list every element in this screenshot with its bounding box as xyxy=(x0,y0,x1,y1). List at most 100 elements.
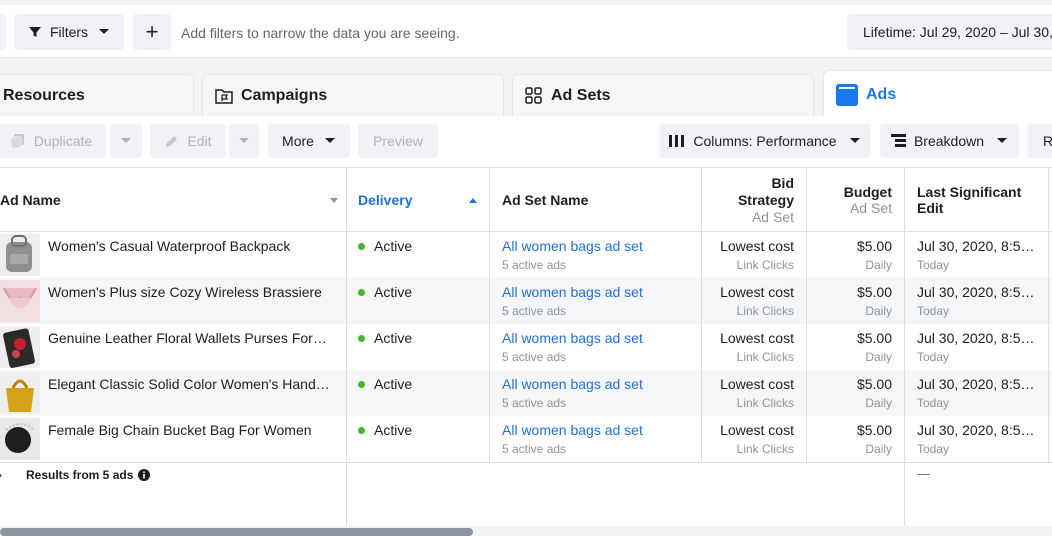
last-edit-sub: Today xyxy=(917,258,950,272)
table-row[interactable]: Women's Casual Waterproof Backpack Active… xyxy=(0,232,1052,278)
date-range-picker[interactable]: Lifetime: Jul 29, 2020 – Jul 30, xyxy=(847,14,1052,50)
header-bid-strategy[interactable]: Bid Strategy Ad Set xyxy=(702,168,794,232)
filter-search-input[interactable]: Add filters to narrow the data you are s… xyxy=(181,25,460,41)
ads-manager: Filters + Add filters to narrow the data… xyxy=(0,0,1052,536)
duplicate-label: Duplicate xyxy=(33,133,93,149)
date-range-label: Lifetime: Jul 29, 2020 – Jul 30, xyxy=(863,24,1052,40)
copy-icon xyxy=(10,134,24,149)
tab-campaigns[interactable]: Campaigns xyxy=(202,74,504,116)
header-delivery-label: Delivery xyxy=(358,192,413,208)
ad-set-link[interactable]: All women bags ad set xyxy=(502,422,697,438)
ad-set-count: 5 active ads xyxy=(502,442,567,456)
ads-table: Ad Name Delivery Ad Set Name Bid Strateg… xyxy=(0,168,1052,526)
status-dot-icon xyxy=(358,381,365,388)
ad-name[interactable]: Elegant Classic Solid Color Women's Hand… xyxy=(48,376,338,392)
budget-value: $5.00 xyxy=(856,422,892,438)
caret-down-icon xyxy=(239,138,249,143)
grid-icon xyxy=(525,86,543,105)
ad-set-link[interactable]: All women bags ad set xyxy=(502,284,697,300)
delivery-status: Active xyxy=(358,330,483,346)
more-label: More xyxy=(282,133,314,149)
sort-caret-icon xyxy=(330,198,338,203)
bid-strategy: Lowest cost xyxy=(720,238,794,254)
duplicate-button[interactable]: Duplicate xyxy=(0,124,106,158)
ad-thumbnail[interactable] xyxy=(0,372,40,414)
delivery-status: Active xyxy=(358,284,483,300)
filter-bar: Filters + Add filters to narrow the data… xyxy=(0,5,1052,58)
ad-set-link[interactable]: All women bags ad set xyxy=(502,238,697,254)
bid-strategy-sub: Link Clicks xyxy=(736,258,794,272)
folder-flag-icon xyxy=(215,88,233,104)
columns-button[interactable]: Columns: Performance xyxy=(659,124,871,158)
caret-down-icon xyxy=(121,138,131,143)
edit-button[interactable]: Edit xyxy=(150,124,226,158)
delivery-status: Active xyxy=(358,422,483,438)
ad-thumbnail[interactable] xyxy=(0,418,40,460)
footer-divider xyxy=(0,462,1052,463)
tab-ad-sets[interactable]: Ad Sets xyxy=(512,74,814,116)
header-budget[interactable]: Budget Ad Set xyxy=(808,168,892,232)
ad-thumbnail[interactable] xyxy=(0,326,40,368)
breakdown-label: Breakdown xyxy=(913,133,985,149)
expand-chevron-icon[interactable]: › xyxy=(0,468,2,482)
plus-icon: + xyxy=(145,19,159,44)
header-delivery[interactable]: Delivery xyxy=(358,168,488,232)
table-row[interactable]: Genuine Leather Floral Wallets Purses Fo… xyxy=(0,324,1052,370)
last-edit-sub: Today xyxy=(917,304,950,318)
ad-name[interactable]: Women's Plus size Cozy Wireless Brassier… xyxy=(48,284,338,300)
caret-down-icon xyxy=(324,138,335,143)
funnel-icon xyxy=(28,27,41,37)
table-row[interactable]: Female Big Chain Bucket Bag For Women Act… xyxy=(0,416,1052,462)
filters-button[interactable]: Filters xyxy=(14,14,124,50)
info-icon[interactable] xyxy=(138,469,151,481)
header-ad-set-name[interactable]: Ad Set Name xyxy=(502,168,700,232)
ad-set-count: 5 active ads xyxy=(502,304,567,318)
bid-strategy: Lowest cost xyxy=(720,330,794,346)
breakdown-button[interactable]: Breakdown xyxy=(880,124,1019,158)
ad-set-count: 5 active ads xyxy=(502,396,567,410)
last-edit-sub: Today xyxy=(917,350,950,364)
reports-button[interactable]: R xyxy=(1027,124,1052,158)
delivery-label: Active xyxy=(374,330,413,346)
header-budget-label: Budget xyxy=(843,184,892,200)
more-button[interactable]: More xyxy=(268,124,350,158)
column-divider xyxy=(1048,168,1049,462)
preview-button[interactable]: Preview xyxy=(358,124,438,158)
delivery-label: Active xyxy=(374,376,413,392)
horizontal-scrollbar-thumb[interactable] xyxy=(0,528,473,536)
header-bid-strategy-sub: Ad Set xyxy=(751,209,794,225)
ad-name[interactable]: Genuine Leather Floral Wallets Purses Fo… xyxy=(48,330,338,346)
ad-name[interactable]: Female Big Chain Bucket Bag For Women xyxy=(48,422,338,438)
header-last-edit[interactable]: Last Significant Edit xyxy=(917,168,1042,232)
bid-strategy-sub: Link Clicks xyxy=(736,442,794,456)
ad-name[interactable]: Women's Casual Waterproof Backpack xyxy=(48,238,338,254)
tab-resources[interactable]: Resources xyxy=(0,74,194,116)
column-divider xyxy=(904,168,905,526)
header-bid-strategy-label: Bid Strategy xyxy=(737,175,794,208)
ad-thumbnail[interactable] xyxy=(0,280,40,322)
header-ad-set-name-label: Ad Set Name xyxy=(502,192,589,208)
header-ad-name[interactable]: Ad Name xyxy=(0,168,346,232)
caret-down-icon xyxy=(99,29,110,34)
duplicate-dropdown-button[interactable] xyxy=(110,124,142,158)
budget-type: Daily xyxy=(865,304,892,318)
table-row[interactable]: Women's Plus size Cozy Wireless Brassier… xyxy=(0,278,1052,324)
column-divider xyxy=(346,168,347,526)
tab-ads[interactable]: Ads xyxy=(823,70,1052,118)
tab-ad-sets-label: Ad Sets xyxy=(551,86,611,104)
search-button[interactable] xyxy=(0,14,6,50)
ad-thumbnail[interactable] xyxy=(0,234,40,276)
add-filter-button[interactable]: + xyxy=(133,14,171,50)
delivery-label: Active xyxy=(374,238,413,254)
edit-label: Edit xyxy=(187,133,212,149)
ad-set-link[interactable]: All women bags ad set xyxy=(502,330,697,346)
last-edit-date: Jul 30, 2020, 8:5… xyxy=(917,376,1035,392)
preview-label: Preview xyxy=(373,133,423,149)
budget-value: $5.00 xyxy=(856,330,892,346)
ad-set-count: 5 active ads xyxy=(502,258,567,272)
ad-set-link[interactable]: All women bags ad set xyxy=(502,376,697,392)
budget-type: Daily xyxy=(865,396,892,410)
table-row[interactable]: Elegant Classic Solid Color Women's Hand… xyxy=(0,370,1052,416)
edit-dropdown-button[interactable] xyxy=(229,124,259,158)
last-edit-date: Jul 30, 2020, 8:5… xyxy=(917,422,1035,438)
